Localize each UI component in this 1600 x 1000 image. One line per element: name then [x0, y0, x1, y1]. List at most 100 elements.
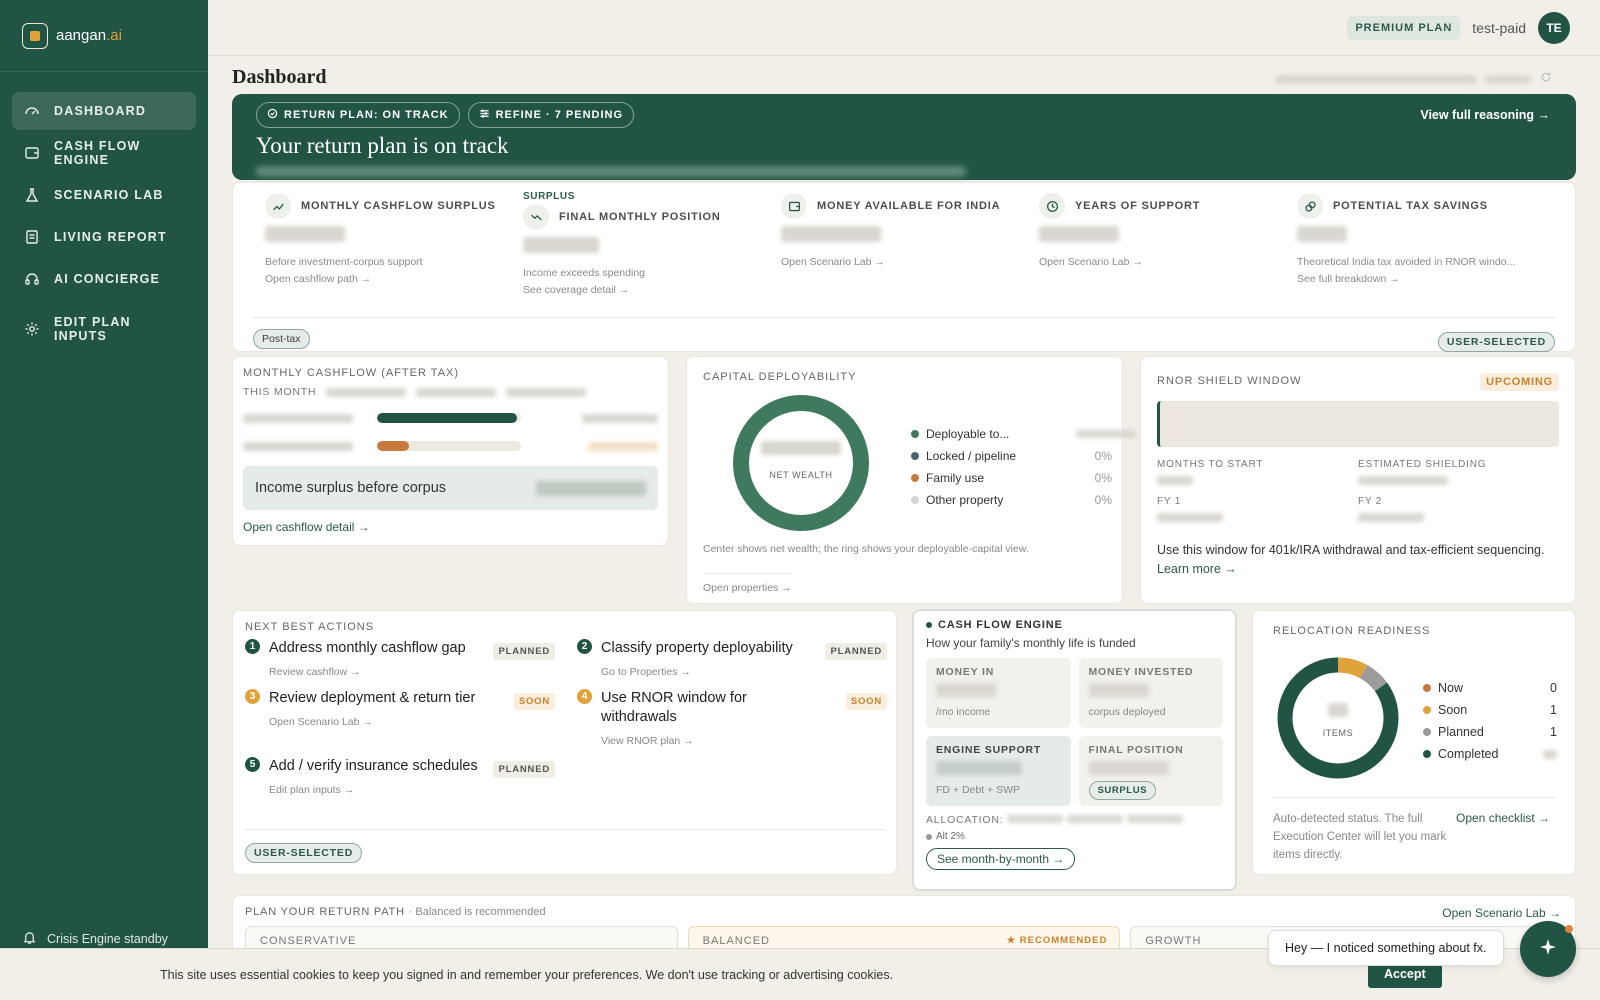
metric-link[interactable]: Open cashflow path → — [265, 273, 505, 285]
sidebar-nav: DASHBOARD CASH FLOW ENGINE SCENARIO LAB … — [0, 72, 208, 348]
gear-icon — [24, 321, 40, 337]
metric-link[interactable]: See full breakdown → — [1297, 273, 1537, 285]
legend-item: Planned 1 — [1423, 721, 1557, 743]
learn-more-link[interactable]: Learn more → — [1157, 562, 1237, 576]
action-item[interactable]: 5 Add / verify insurance schedules PLANN… — [245, 757, 555, 796]
final-position-cell[interactable]: FINAL POSITION SURPLUS — [1078, 736, 1223, 806]
metric-potential-tax-savings: POTENTIAL TAX SAVINGS Theoretical India … — [1297, 193, 1537, 285]
coins-icon — [1297, 193, 1323, 219]
metric-sub: Before investment-corpus support — [265, 256, 423, 268]
rnor-shield-card: RNOR SHIELD WINDOW UPCOMING MONTHS TO ST… — [1140, 356, 1576, 604]
user-selected-tag: USER-SELECTED — [1437, 332, 1555, 352]
return-plan-hero: RETURN PLAN: ON TRACK REFINE · 7 PENDING… — [232, 94, 1576, 180]
period-label: THIS MONTH — [243, 386, 317, 398]
trend-down-icon — [523, 204, 549, 230]
flask-icon — [24, 187, 40, 203]
sidebar-item-living-report[interactable]: LIVING REPORT — [12, 218, 196, 256]
user-selected-tag: USER-SELECTED — [245, 843, 363, 863]
legend-item: Now 0 — [1423, 677, 1557, 699]
metric-label: MONTHLY CASHFLOW SURPLUS — [301, 200, 496, 212]
post-tax-tag[interactable]: Post-tax — [253, 329, 310, 349]
action-item[interactable]: 3 Review deployment & return tier SOON O… — [245, 689, 555, 728]
donut-center-label: NET WEALTH — [769, 470, 832, 480]
metric-sub: Theoretical India tax avoided in RNOR wi… — [1297, 256, 1516, 268]
metric-years-of-support: YEARS OF SUPPORT Open Scenario Lab → — [1039, 193, 1279, 268]
sparkle-icon — [1539, 938, 1557, 961]
open-scenario-lab-link[interactable]: Open Scenario Lab → — [1442, 906, 1561, 920]
money-in-cell[interactable]: MONEY IN/mo income — [926, 658, 1071, 728]
sidebar-item-cash-flow-engine[interactable]: CASH FLOW ENGINE — [12, 134, 196, 172]
metric-link[interactable]: Open Scenario Lab → — [781, 256, 1021, 268]
ai-concierge-button[interactable] — [1520, 921, 1576, 977]
last-updated-text — [1276, 74, 1476, 84]
topbar: PREMIUM PLAN test-paid TE — [208, 0, 1600, 56]
legend-item: Completed — [1423, 743, 1557, 765]
action-item[interactable]: 4 Use RNOR window for withdrawals SOON V… — [577, 689, 887, 747]
sidebar-item-edit-plan-inputs[interactable]: EDIT PLAN INPUTS — [12, 310, 196, 348]
readiness-legend: Now 0 Soon 1 Planned 1 Completed — [1423, 677, 1557, 765]
action-item[interactable]: 1 Address monthly cashflow gap PLANNED R… — [245, 639, 555, 678]
legend-item: Deployable to... — [911, 423, 1136, 445]
gauge-icon — [24, 103, 40, 119]
sidebar-item-scenario-lab[interactable]: SCENARIO LAB — [12, 176, 196, 214]
donut-center-label: ITEMS — [1323, 728, 1354, 738]
brand[interactable]: aangan.ai — [0, 0, 208, 72]
avatar[interactable]: TE — [1538, 11, 1570, 44]
sidebar-item-dashboard[interactable]: DASHBOARD — [12, 92, 196, 130]
concierge-toast[interactable]: Hey — I noticed something about fx. — [1268, 930, 1504, 966]
metric-final-monthly-position: SURPLUS FINAL MONTHLY POSITION Income ex… — [523, 191, 763, 296]
refresh-icon[interactable] — [1540, 70, 1552, 88]
metric-link[interactable]: See coverage detail → — [523, 284, 763, 296]
action-item[interactable]: 2 Classify property deployability PLANNE… — [577, 639, 887, 678]
status-badge: UPCOMING — [1480, 373, 1559, 391]
status-pill[interactable]: RETURN PLAN: ON TRACK — [256, 102, 460, 128]
metric-money-available-for-india: MONEY AVAILABLE FOR INDIA Open Scenario … — [781, 193, 1021, 268]
status-badge: PLANNED — [825, 643, 887, 660]
user-name[interactable]: test-paid — [1472, 20, 1526, 36]
hero-subtitle — [256, 165, 1552, 179]
open-checklist-link[interactable]: Open checklist → — [1456, 811, 1550, 825]
wallet-icon — [781, 193, 807, 219]
clock-icon — [1039, 193, 1065, 219]
fy1-label: FY 1 — [1157, 496, 1182, 507]
view-full-reasoning-link[interactable]: View full reasoning → — [1420, 108, 1550, 122]
money-invested-cell[interactable]: MONEY INVESTED corpus deployed — [1078, 658, 1223, 728]
legend-item: Family use 0% — [911, 467, 1136, 489]
spending-bar — [377, 441, 409, 451]
document-icon — [24, 229, 40, 245]
allocation-alt: Alt 2% — [926, 831, 1223, 842]
metric-link[interactable]: Open Scenario Lab → — [1039, 256, 1279, 268]
sidebar-item-ai-concierge[interactable]: AI CONCIERGE — [12, 260, 196, 298]
readiness-donut: ITEMS — [1277, 657, 1399, 779]
rnor-timeline — [1157, 401, 1559, 447]
see-month-by-month-button[interactable]: See month-by-month → — [926, 848, 1076, 870]
refine-pill-label: REFINE · 7 PENDING — [495, 109, 624, 121]
fy2-label: FY 2 — [1358, 496, 1383, 507]
months-to-start-label: MONTHS TO START — [1157, 459, 1264, 470]
legend-item: Locked / pipeline 0% — [911, 445, 1136, 467]
cashflow-row-spending — [243, 438, 658, 454]
card-title: MONTHLY CASHFLOW (AFTER TAX) — [243, 367, 460, 379]
sidebar: aangan.ai DASHBOARD CASH FLOW ENGINE SCE… — [0, 0, 208, 1000]
monthly-cashflow-card: MONTHLY CASHFLOW (AFTER TAX) THIS MONTH … — [232, 356, 669, 546]
notification-dot — [1565, 925, 1573, 933]
open-cashflow-detail-link[interactable]: Open cashflow detail → — [243, 520, 658, 534]
engine-support-cell[interactable]: ENGINE SUPPORT FD + Debt + SWP — [926, 736, 1071, 806]
recommended-badge: ★ RECOMMENDED — [1006, 935, 1108, 946]
sidebar-item-label: CASH FLOW ENGINE — [54, 139, 141, 167]
open-properties-link[interactable]: Open properties → — [703, 573, 793, 594]
card-title: CASH FLOW ENGINE — [938, 619, 1063, 631]
surplus-tag: SURPLUS — [1088, 781, 1157, 800]
readiness-note: Auto-detected status. The full Execution… — [1273, 813, 1447, 861]
metric-label: FINAL MONTHLY POSITION — [559, 211, 721, 223]
refine-pill[interactable]: REFINE · 7 PENDING — [467, 102, 635, 128]
income-bar — [377, 413, 517, 423]
net-wealth-donut: NET WEALTH — [733, 395, 869, 531]
crisis-engine-status[interactable]: Crisis Engine standby — [22, 930, 168, 948]
card-subtitle: How your family's monthly life is funded — [926, 636, 1136, 650]
cookie-text: This site uses essential cookies to keep… — [160, 967, 894, 982]
metric-prelabel: SURPLUS — [523, 191, 575, 202]
bell-icon — [22, 930, 37, 948]
metric-sub: Income exceeds spending — [523, 267, 645, 279]
metric-label: POTENTIAL TAX SAVINGS — [1333, 200, 1488, 212]
